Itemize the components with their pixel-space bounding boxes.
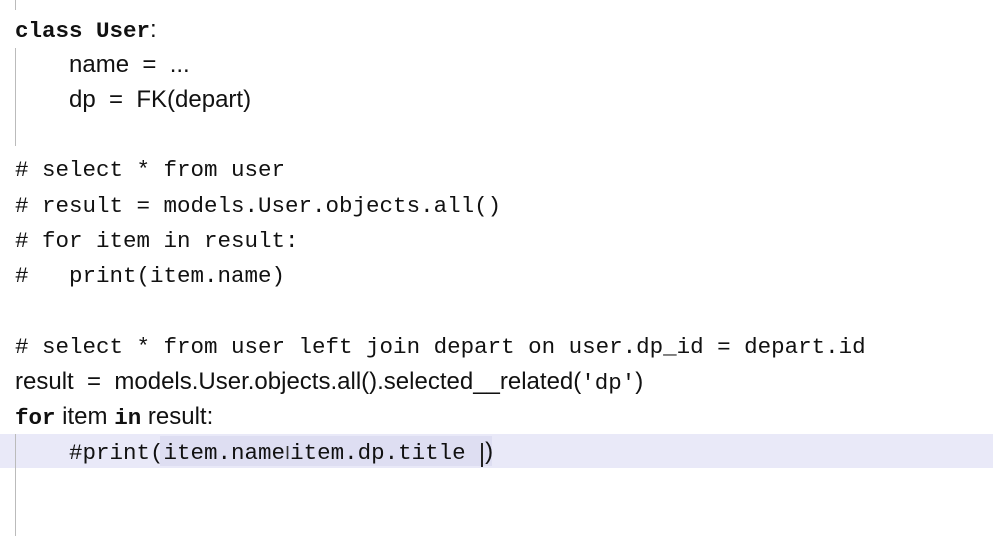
code-line: result = models.User.objects.all().selec…	[15, 364, 643, 399]
code-token: item	[55, 403, 115, 430]
code-token: result:	[141, 403, 214, 430]
keyword-token: for	[15, 405, 56, 431]
code-token: 'dp'	[581, 370, 636, 396]
code-line: class User:	[15, 12, 157, 47]
code-line: for item in result:	[15, 399, 213, 434]
code-line: # for item in result:	[15, 228, 299, 254]
indent-guide	[15, 0, 16, 10]
code-token: )	[635, 368, 644, 395]
code-line-current[interactable]: #print(item.nameIitem.dp.title )	[69, 434, 493, 469]
code-token: (item.name	[150, 440, 286, 466]
code-line: # print(item.name)	[15, 263, 286, 289]
code-token: )	[485, 438, 494, 465]
code-line: # result = models.User.objects.all()	[15, 193, 502, 219]
code-line: name = ...	[69, 51, 190, 78]
code-line: dp = FK(depart)	[69, 86, 252, 113]
code-line: # select * from user left join depart on…	[15, 334, 866, 360]
code-line: # select * from user	[15, 157, 286, 183]
text-caret	[481, 443, 484, 468]
code-token: class User	[15, 18, 151, 44]
code-token: :	[150, 16, 157, 43]
indent-guide	[15, 48, 16, 146]
code-token: #print	[69, 440, 151, 466]
indent-guide	[15, 434, 16, 536]
keyword-token: in	[114, 405, 142, 431]
code-token: result = models.User.objects.all().selec…	[15, 368, 582, 395]
code-token: item.dp.title	[290, 440, 480, 466]
